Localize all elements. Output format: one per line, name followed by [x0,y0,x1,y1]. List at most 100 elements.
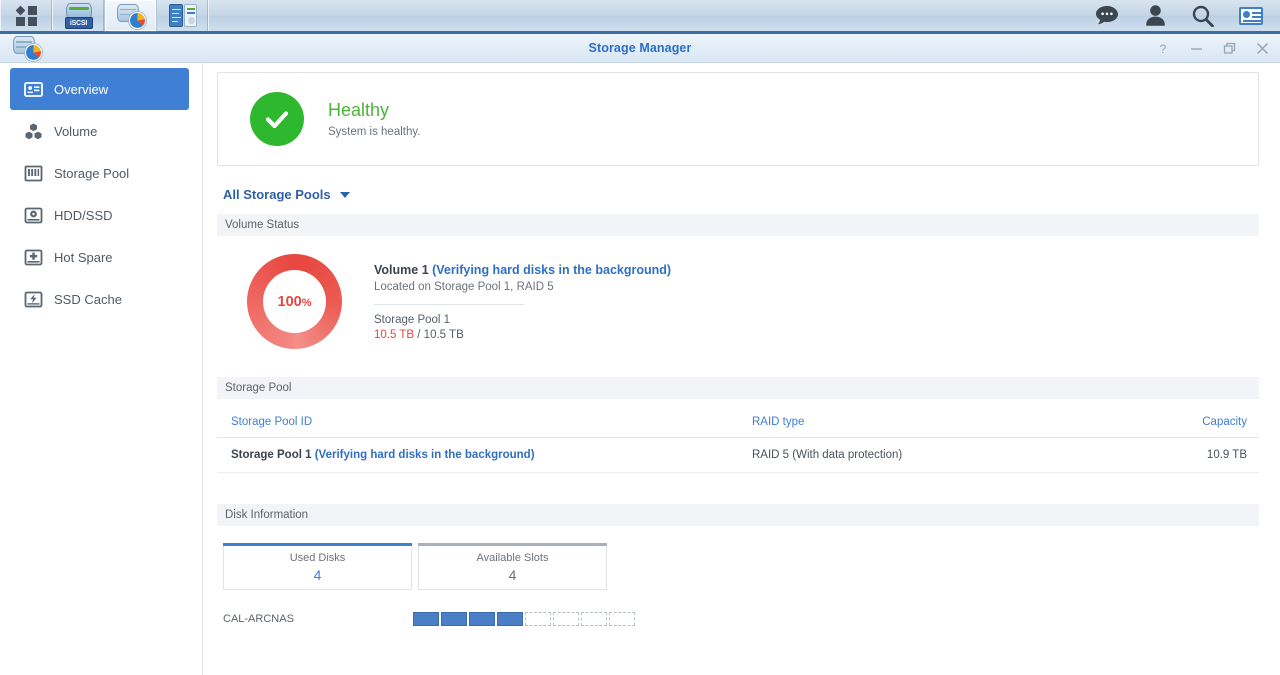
column-header-storage-pool-id[interactable]: Storage Pool ID [217,407,738,438]
sidebar-item-volume[interactable]: Volume [10,110,189,152]
chat-bubble-icon[interactable] [1094,3,1120,29]
help-button[interactable]: ? [1155,41,1171,57]
volume-divider [374,303,524,305]
volume-usage-percent-label: 100% [278,294,312,310]
window-body: Overview Volume Storage Pool HDD/SSD Hot… [0,63,1280,675]
section-title: Disk Information [225,509,309,521]
sidebar-item-ssd-cache[interactable]: SSD Cache [10,278,189,320]
system-health-title: Healthy [328,100,390,120]
table-row[interactable]: Storage Pool 1 (Verifying hard disks in … [217,437,1259,473]
sidebar-item-hot-spare[interactable]: Hot Spare [10,236,189,278]
storage-pool-name: Storage Pool 1 [231,449,315,461]
column-header-raid-type[interactable]: RAID type [738,407,1103,438]
storage-pool-selector-label: All Storage Pools [223,187,331,202]
enclosure-name: CAL-ARCNAS [223,613,294,625]
green-checkmark-icon [250,92,304,146]
enclosure-row: CAL-ARCNAS [223,612,1259,626]
window-titlebar[interactable]: Storage Manager ? [0,34,1280,63]
section-header-disk-information: Disk Information [217,504,1259,526]
available-slots-card: Available Slots 4 [418,543,607,590]
cell-raid-type: RAID 5 (With data protection) [738,437,1103,473]
volume-location: Located on Storage Pool 1, RAID 5 [374,280,554,293]
minimize-button[interactable] [1188,41,1204,57]
disk-slot[interactable] [525,612,551,626]
volume-status-body: 100% Volume 1 (Verifying hard disks in t… [217,236,1259,367]
system-health-subtitle: System is healthy. [328,126,421,138]
sidebar-item-label: Overview [54,81,109,97]
storage-manager-window: Storage Manager ? Overview Volume Storag… [0,34,1280,675]
used-disks-value: 4 [313,567,322,583]
system-health-panel: Healthy System is healthy. [217,72,1259,166]
volume-total-capacity: 10.5 TB [423,328,464,341]
maximize-button[interactable] [1221,41,1237,57]
volume-usage-percent-value: 100 [277,293,302,310]
disk-slot[interactable] [581,612,607,626]
cell-storage-pool-id: Storage Pool 1 (Verifying hard disks in … [217,437,738,473]
taskbar-tray [1094,0,1280,31]
sidebar-item-label: Hot Spare [54,249,113,265]
sidebar-item-storage-pool[interactable]: Storage Pool [10,152,189,194]
column-header-capacity[interactable]: Capacity [1102,407,1259,438]
disk-slot[interactable] [553,612,579,626]
storage-pool-icon [24,164,43,183]
taskbar-app-launcher-button[interactable] [1,0,52,31]
close-button[interactable] [1254,41,1270,57]
disk-slot[interactable] [413,612,439,626]
section-header-storage-pool: Storage Pool [217,377,1259,399]
volume-pool-name: Storage Pool 1 [374,313,451,326]
volume-state-link[interactable]: (Verifying hard disks in the background) [432,263,671,277]
disk-summary-cards: Used Disks 4 Available Slots 4 [223,543,1259,590]
disk-slot[interactable] [441,612,467,626]
sidebar-item-label: Volume [54,123,98,139]
hot-spare-plus-icon [24,248,43,267]
volume-usage-donut-chart: 100% [247,254,342,349]
available-slots-value: 4 [508,567,517,583]
volume-status-info: Volume 1 (Verifying hard disks in the ba… [374,263,671,341]
disk-slot[interactable] [609,612,635,626]
main-content: Healthy System is healthy. All Storage P… [203,63,1280,675]
section-header-volume-status: Volume Status [217,214,1259,236]
sidebar-item-overview[interactable]: Overview [10,68,189,110]
volume-name: Volume 1 [374,262,433,277]
ssd-cache-bolt-icon [24,290,43,309]
section-title: Storage Pool [225,382,292,394]
sidebar-navigation: Overview Volume Storage Pool HDD/SSD Hot… [0,63,203,675]
storage-pool-table: Storage Pool ID RAID type Capacity Stora… [217,407,1259,473]
magnifier-icon[interactable] [1190,3,1216,29]
storage-pool-state-link[interactable]: (Verifying hard disks in the background) [315,449,535,461]
id-card-icon[interactable] [1238,3,1264,29]
log-center-icon [168,3,198,28]
iscsi-icon-label: iSCSI [64,16,93,29]
used-disks-caption: Used Disks [289,552,346,564]
taskbar-spacer [209,0,1094,31]
disk-slot-map [413,612,635,626]
storage-manager-icon [116,3,146,29]
taskbar-iscsi-manager-button[interactable]: iSCSI [53,0,104,31]
taskbar-log-center-button[interactable] [157,0,208,31]
hdd-disk-icon [24,206,43,225]
sidebar-item-label: HDD/SSD [54,207,113,223]
section-title: Volume Status [225,219,300,231]
sidebar-item-hdd-ssd[interactable]: HDD/SSD [10,194,189,236]
volume-usage-text: 10.5 TB / 10.5 TB [374,329,671,341]
disk-slot[interactable] [469,612,495,626]
volume-cubes-icon [24,122,43,141]
system-health-text: Healthy System is healthy. [328,100,420,138]
overview-card-icon [24,80,43,99]
sidebar-item-label: Storage Pool [54,165,130,181]
volume-used-capacity: 10.5 TB [374,328,415,341]
volume-title: Volume 1 (Verifying hard disks in the ba… [374,263,671,277]
storage-pool-selector[interactable]: All Storage Pools [223,187,350,202]
svg-text:?: ? [1160,42,1167,55]
available-slots-caption: Available Slots [476,552,549,564]
person-icon[interactable] [1142,3,1168,29]
grid-launcher-icon [15,5,38,26]
table-header-row: Storage Pool ID RAID type Capacity [217,407,1259,438]
window-title: Storage Manager [588,41,692,55]
disk-slot[interactable] [497,612,523,626]
disk-information-body: Used Disks 4 Available Slots 4 CAL-ARCNA… [217,526,1259,626]
desktop-taskbar: iSCSI [0,0,1280,34]
sidebar-item-label: SSD Cache [54,291,122,307]
volume-usage-percent-symbol: % [301,296,312,309]
taskbar-storage-manager-button[interactable] [105,0,156,31]
